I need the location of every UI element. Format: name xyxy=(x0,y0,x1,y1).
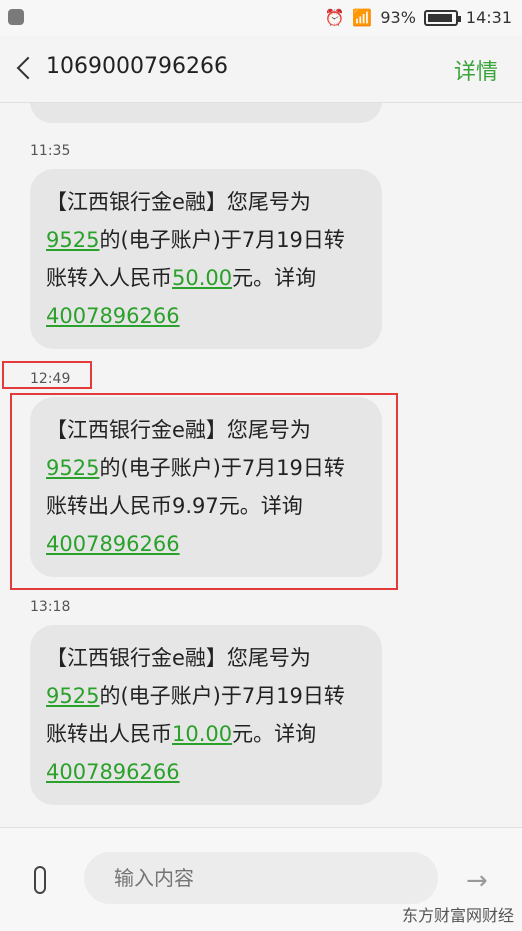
message-bubble[interactable]: 【江西银行金e融】您尾号为 9525的(电子账户)于7月19日转 账转入人民币50.… xyxy=(30,169,382,349)
message-line: 9525的(电子账户)于7月19日转 xyxy=(46,221,366,259)
message-time: 13:18 xyxy=(30,599,71,615)
signal-icon: 📶 xyxy=(352,8,373,27)
sender-number: 1069000796266 xyxy=(46,54,228,79)
message-text: 账转出人民币 xyxy=(46,722,172,746)
message-text: 账转入人民币 xyxy=(46,266,172,290)
message-line: 4007896266 xyxy=(46,753,366,791)
message-link[interactable]: 10.00 xyxy=(172,722,232,746)
attachment-icon[interactable] xyxy=(34,866,46,894)
message-line: 【江西银行金e融】您尾号为 xyxy=(46,639,366,677)
status-bar: ⏰ 📶 93% 14:31 xyxy=(0,0,522,36)
message-text: 元。详询 xyxy=(232,266,317,290)
clock: 14:31 xyxy=(465,8,512,27)
message-highlight-box xyxy=(10,393,398,590)
message-line: 账转入人民币50.00元。详询 xyxy=(46,259,366,297)
message-link[interactable]: 9525 xyxy=(46,684,99,708)
message-input[interactable] xyxy=(84,852,438,904)
status-right: ⏰ 📶 93% 14:31 xyxy=(324,8,512,27)
message-text: 【江西银行金e融】您尾号为 xyxy=(46,190,311,214)
time-highlight-box xyxy=(2,361,92,389)
message-bubble[interactable]: 【江西银行金e融】您尾号为 9525的(电子账户)于7月19日转 账转出人民币10.… xyxy=(30,625,382,805)
watermark: 东方财富网财经 xyxy=(401,906,514,925)
message-text: 的(电子账户)于7月19日转 xyxy=(99,228,345,252)
send-arrow-icon[interactable]: → xyxy=(466,866,488,896)
message-text: 的(电子账户)于7月19日转 xyxy=(99,684,345,708)
message-link[interactable]: 4007896266 xyxy=(46,304,180,328)
alarm-icon: ⏰ xyxy=(324,8,345,27)
message-time: 11:35 xyxy=(30,143,71,159)
message-line: 【江西银行金e融】您尾号为 xyxy=(46,183,366,221)
previous-message-bubble xyxy=(30,103,382,123)
battery-fill xyxy=(427,13,453,22)
message-line: 4007896266 xyxy=(46,297,366,335)
back-arrow-icon[interactable] xyxy=(16,56,40,80)
message-line: 9525的(电子账户)于7月19日转 xyxy=(46,677,366,715)
details-button[interactable]: 详情 xyxy=(454,54,498,86)
battery-icon xyxy=(423,9,461,26)
message-link[interactable]: 50.00 xyxy=(172,266,232,290)
message-link[interactable]: 9525 xyxy=(46,228,99,252)
message-text: 【江西银行金e融】您尾号为 xyxy=(46,646,311,670)
conversation-header: 1069000796266 详情 xyxy=(0,36,522,103)
message-text: 元。详询 xyxy=(232,722,317,746)
notification-icon xyxy=(8,9,24,25)
message-line: 账转出人民币10.00元。详询 xyxy=(46,715,366,753)
battery-percent: 93% xyxy=(380,8,416,27)
message-link[interactable]: 4007896266 xyxy=(46,760,180,784)
